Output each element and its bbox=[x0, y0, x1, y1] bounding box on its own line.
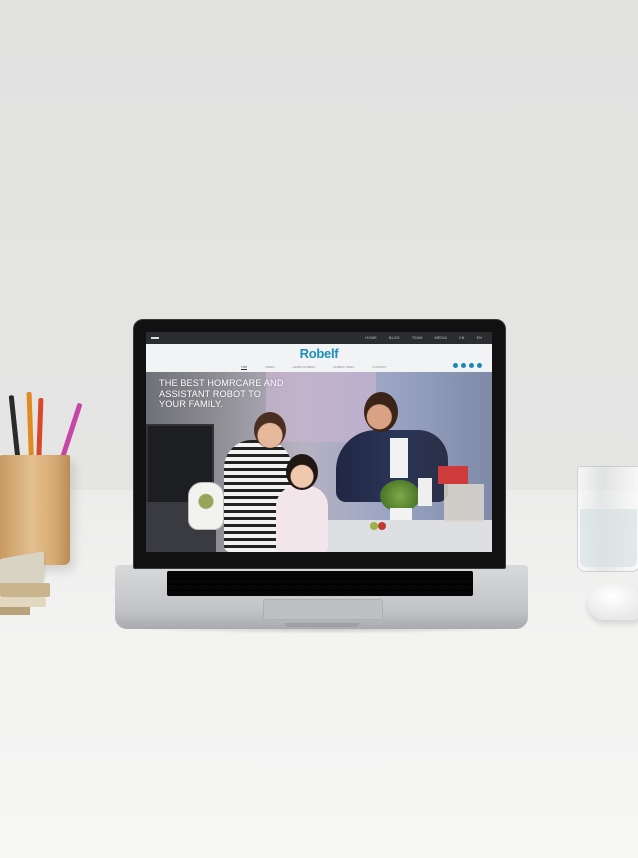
lang-cn[interactable]: CN bbox=[459, 334, 465, 342]
lang-en[interactable]: EN bbox=[477, 334, 482, 342]
nav-item-home[interactable]: HOME bbox=[365, 334, 377, 342]
subnav-video[interactable]: VIDEO bbox=[265, 365, 274, 370]
website-subnav: TOP VIDEO LEARN ROBELF ROBELF SPEC CONTA… bbox=[241, 365, 387, 370]
robelf-logo[interactable]: Robelf bbox=[146, 346, 492, 361]
facebook-icon[interactable] bbox=[453, 363, 458, 368]
social-icons bbox=[453, 363, 482, 368]
subnav-top[interactable]: TOP bbox=[241, 365, 248, 370]
subnav-spec[interactable]: ROBELF SPEC bbox=[333, 365, 354, 370]
laptop-base bbox=[115, 565, 528, 629]
girl-figure bbox=[276, 486, 328, 552]
wooden-cup bbox=[0, 455, 70, 565]
notebook-stack bbox=[0, 551, 52, 625]
laptop-keyboard bbox=[167, 571, 473, 596]
computer-mouse bbox=[588, 584, 638, 620]
hero-tagline: THE BEST HOMRCARE AND ASSISTANT ROBOT TO… bbox=[159, 378, 284, 409]
nav-item-blog[interactable]: BLOG bbox=[389, 334, 400, 342]
laptop-screen: HOME BLOG TEAM MEDIA CN EN Robelf TOP VI… bbox=[146, 332, 492, 552]
robelf-robot bbox=[188, 482, 224, 530]
laptop-lid: HOME BLOG TEAM MEDIA CN EN Robelf TOP VI… bbox=[133, 319, 506, 569]
water-glass bbox=[577, 466, 638, 572]
hero-image: THE BEST HOMRCARE AND ASSISTANT ROBOT TO… bbox=[146, 372, 492, 552]
website-nav: HOME BLOG TEAM MEDIA CN EN bbox=[365, 334, 482, 342]
website-topbar: HOME BLOG TEAM MEDIA CN EN bbox=[146, 332, 492, 344]
youtube-icon[interactable] bbox=[477, 363, 482, 368]
subnav-contact[interactable]: CONTACT bbox=[372, 365, 386, 370]
website-header: Robelf TOP VIDEO LEARN ROBELF ROBELF SPE… bbox=[146, 344, 492, 372]
nav-item-media[interactable]: MEDIA bbox=[435, 334, 447, 342]
subnav-learn[interactable]: LEARN ROBELF bbox=[292, 365, 315, 370]
laptop-trackpad bbox=[263, 599, 383, 620]
laptop-lip bbox=[285, 623, 359, 627]
twitter-icon[interactable] bbox=[461, 363, 466, 368]
nav-item-team[interactable]: TEAM bbox=[412, 334, 423, 342]
menu-icon[interactable] bbox=[151, 337, 159, 339]
weibo-icon[interactable] bbox=[469, 363, 474, 368]
